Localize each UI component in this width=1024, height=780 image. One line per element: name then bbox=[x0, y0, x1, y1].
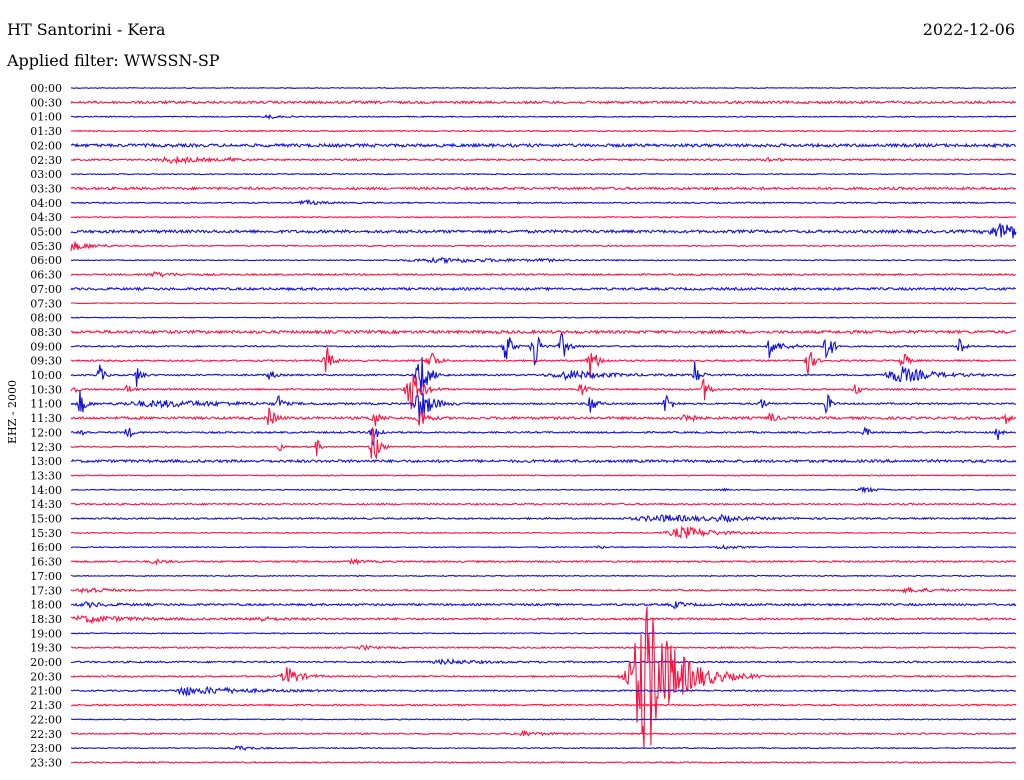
time-label: 03:00 bbox=[30, 168, 62, 181]
trace-line bbox=[70, 486, 1016, 494]
trace-line bbox=[70, 614, 1017, 625]
trace-line bbox=[70, 316, 1017, 319]
trace-line bbox=[70, 99, 1017, 105]
trace-line bbox=[70, 390, 1017, 421]
trace-line bbox=[70, 761, 1016, 764]
time-label: 15:00 bbox=[30, 513, 62, 526]
trace-line bbox=[70, 86, 1017, 90]
trace-line bbox=[70, 685, 1017, 698]
trace-line bbox=[70, 155, 1017, 165]
trace-line bbox=[70, 185, 1017, 191]
time-label: 09:30 bbox=[30, 355, 62, 368]
time-label: 03:30 bbox=[30, 182, 62, 195]
time-label: 11:00 bbox=[30, 398, 62, 411]
trace-line bbox=[70, 474, 1017, 477]
time-label: 19:00 bbox=[30, 627, 62, 640]
trace-line bbox=[70, 329, 1017, 335]
time-label: 01:00 bbox=[30, 111, 62, 124]
time-label: 21:00 bbox=[30, 685, 62, 698]
time-label: 14:00 bbox=[30, 484, 62, 497]
trace-line bbox=[70, 557, 1017, 567]
time-label: 22:30 bbox=[30, 728, 62, 741]
trace-line bbox=[70, 223, 1017, 239]
time-label: 04:00 bbox=[30, 197, 62, 210]
trace-line bbox=[71, 745, 1017, 752]
time-label: 11:30 bbox=[30, 412, 62, 425]
time-label: 07:00 bbox=[30, 283, 62, 296]
trace-line bbox=[70, 302, 1017, 305]
trace-line bbox=[70, 271, 1017, 278]
trace-line bbox=[70, 172, 1017, 176]
trace-line bbox=[70, 407, 1017, 427]
time-label: 09:00 bbox=[30, 340, 62, 353]
trace-line bbox=[70, 241, 1017, 251]
seismogram-plot: 00:0000:30 01:0001:3002:00 02:3003:0003:30… bbox=[30, 82, 1017, 769]
trace-line bbox=[70, 644, 1017, 651]
trace-line bbox=[70, 586, 1017, 595]
trace-line bbox=[70, 427, 1017, 447]
trace-line bbox=[70, 657, 1017, 666]
time-label: 08:30 bbox=[30, 326, 62, 339]
trace-line bbox=[70, 729, 1017, 737]
time-label: 08:00 bbox=[30, 312, 62, 325]
time-label: 00:30 bbox=[30, 96, 62, 109]
trace-line bbox=[70, 544, 1017, 550]
trace-line bbox=[70, 256, 1016, 265]
trace-line bbox=[70, 215, 1017, 219]
trace-line bbox=[70, 703, 1017, 707]
trace-line bbox=[70, 199, 1017, 206]
trace-line bbox=[71, 718, 1017, 721]
time-label: 12:30 bbox=[30, 441, 62, 454]
trace-line bbox=[70, 113, 1017, 121]
time-label: 02:00 bbox=[30, 139, 62, 152]
time-label: 02:30 bbox=[30, 154, 62, 167]
time-label: 19:30 bbox=[30, 642, 62, 655]
trace-line bbox=[70, 347, 1017, 379]
trace-line bbox=[70, 525, 1017, 540]
trace-line bbox=[70, 458, 1017, 464]
time-label: 16:00 bbox=[30, 541, 62, 554]
time-label: 18:00 bbox=[30, 599, 62, 612]
trace-line bbox=[70, 286, 1017, 292]
time-label: 13:30 bbox=[30, 469, 62, 482]
time-label: 10:00 bbox=[30, 369, 62, 382]
trace-line bbox=[70, 601, 1017, 610]
trace-line bbox=[70, 129, 1017, 133]
time-label: 05:30 bbox=[30, 240, 62, 253]
time-label: 15:30 bbox=[30, 527, 62, 540]
time-label: 17:30 bbox=[30, 584, 62, 597]
time-label: 13:00 bbox=[30, 455, 62, 468]
time-label: 12:00 bbox=[30, 426, 62, 439]
trace-line bbox=[70, 606, 1017, 749]
time-label: 17:00 bbox=[30, 570, 62, 583]
trace-line bbox=[70, 142, 1016, 149]
time-label: 16:30 bbox=[30, 556, 62, 569]
time-label: 18:30 bbox=[30, 613, 62, 626]
time-label: 00:00 bbox=[30, 82, 62, 95]
time-label: 20:00 bbox=[30, 656, 62, 669]
time-label: 04:30 bbox=[30, 211, 62, 224]
trace-line bbox=[70, 502, 1017, 506]
time-label: 06:00 bbox=[30, 254, 62, 267]
time-label: 07:30 bbox=[30, 297, 62, 310]
time-label: 01:30 bbox=[30, 125, 62, 138]
time-label: 20:30 bbox=[30, 670, 62, 683]
time-label: 05:00 bbox=[30, 226, 62, 239]
time-label: 14:30 bbox=[30, 498, 62, 511]
trace-line bbox=[70, 632, 1017, 635]
trace-line bbox=[70, 574, 1017, 578]
time-label: 21:30 bbox=[30, 699, 62, 712]
time-label: 23:30 bbox=[30, 756, 62, 769]
trace-line bbox=[70, 513, 1017, 523]
time-label: 10:30 bbox=[30, 383, 62, 396]
time-label: 23:00 bbox=[30, 742, 62, 755]
time-label: 06:30 bbox=[30, 269, 62, 282]
time-label: 22:00 bbox=[30, 713, 62, 726]
